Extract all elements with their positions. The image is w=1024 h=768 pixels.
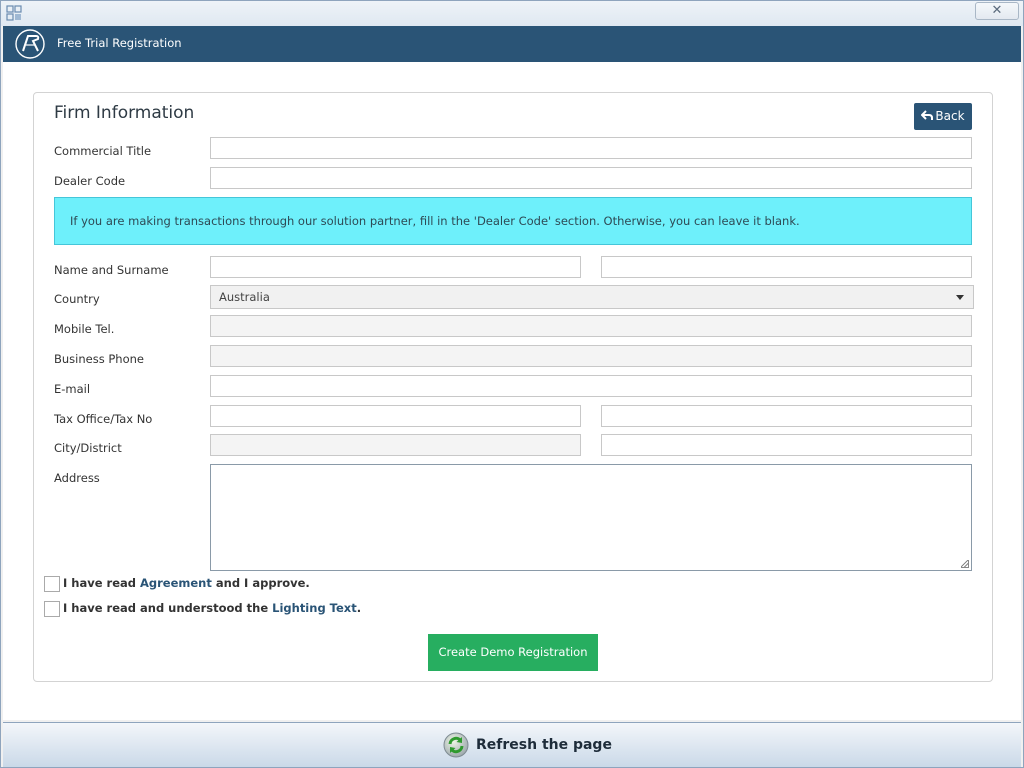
mobile-tel-label: Mobile Tel.: [54, 322, 115, 336]
close-icon: ✕: [991, 3, 1003, 18]
business-phone-label: Business Phone: [54, 352, 144, 366]
lighting-suffix: .: [356, 601, 362, 615]
dealer-code-input[interactable]: [210, 167, 972, 189]
agreement-link[interactable]: Agreement: [140, 576, 212, 590]
agreement-prefix: I have read: [63, 576, 140, 590]
tax-no-input[interactable]: [601, 405, 972, 427]
dealer-code-info-message: If you are making transactions through o…: [54, 197, 972, 245]
app-window: ✕ Free Trial Registration Firm Informati…: [0, 0, 1024, 768]
resize-grip-icon[interactable]: [961, 560, 969, 568]
agreement-checkbox-label: I have read Agreement and I approve.: [63, 576, 310, 590]
refresh-label: Refresh the page: [476, 737, 612, 753]
back-arrow-icon: [921, 110, 934, 120]
business-phone-input[interactable]: [210, 345, 972, 367]
page-title: Free Trial Registration: [57, 36, 182, 50]
lighting-prefix: I have read and understood the: [63, 601, 273, 615]
header-bar: Free Trial Registration: [3, 26, 1021, 62]
dealer-code-label: Dealer Code: [54, 174, 126, 188]
country-selected-value: Australia: [219, 290, 270, 304]
back-label: Back: [935, 109, 965, 123]
city-select[interactable]: [210, 434, 581, 456]
section-title: Firm Information: [54, 103, 195, 123]
email-label: E-mail: [54, 382, 91, 396]
window-titlebar: ✕: [1, 1, 1023, 26]
create-demo-registration-button[interactable]: Create Demo Registration: [428, 634, 598, 671]
agreement-checkbox[interactable]: [44, 576, 60, 592]
lighting-text-link[interactable]: Lighting Text: [272, 601, 357, 615]
address-textarea[interactable]: [210, 464, 972, 571]
refresh-icon: [443, 732, 469, 758]
commercial-title-label: Commercial Title: [54, 144, 152, 158]
brand-logo-icon: [15, 29, 45, 59]
tax-office-label: Tax Office/Tax No: [54, 412, 153, 426]
email-input[interactable]: [210, 375, 972, 397]
district-input[interactable]: [601, 434, 972, 456]
country-select[interactable]: Australia: [210, 285, 974, 309]
mobile-tel-input[interactable]: [210, 315, 972, 337]
tax-office-input[interactable]: [210, 405, 581, 427]
city-district-label: City/District: [54, 441, 122, 455]
name-surname-label: Name and Surname: [54, 263, 169, 277]
agreement-suffix: and I approve.: [211, 576, 310, 590]
app-icon: [6, 5, 22, 21]
back-button[interactable]: Back: [914, 103, 972, 130]
chevron-down-icon: [956, 295, 964, 300]
address-label: Address: [54, 471, 100, 485]
country-label: Country: [54, 292, 100, 306]
bottom-bar: Refresh the page: [3, 722, 1021, 767]
commercial-title-input[interactable]: [210, 137, 972, 159]
lighting-text-checkbox-label: I have read and understood the Lighting …: [63, 601, 361, 615]
lighting-text-checkbox[interactable]: [44, 601, 60, 617]
close-button[interactable]: ✕: [975, 2, 1019, 20]
surname-input[interactable]: [601, 256, 972, 278]
first-name-input[interactable]: [210, 256, 581, 278]
